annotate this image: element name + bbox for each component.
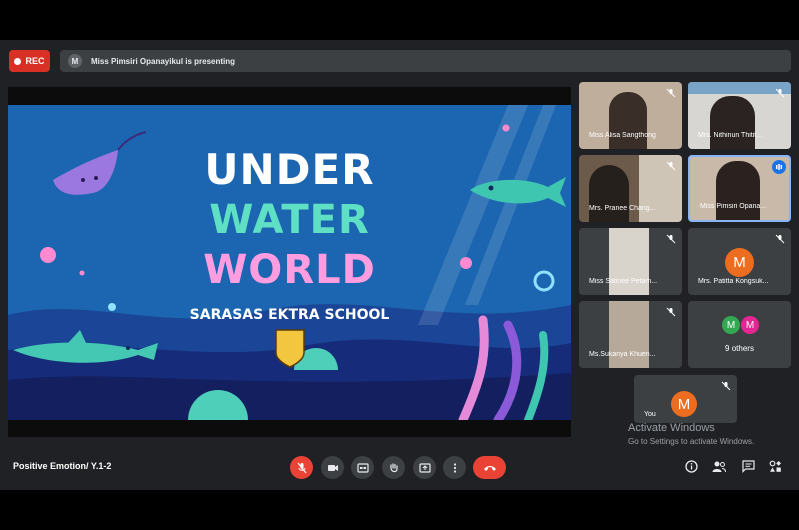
more-options-button[interactable]: [443, 456, 466, 479]
presenting-banner: M Miss Pimsiri Opanayikul is presenting: [60, 50, 791, 72]
speaking-indicator-icon: [772, 160, 786, 174]
slide-school-name: SARASAS EKTRA SCHOOL: [189, 307, 390, 323]
control-bar: Positive Emotion/ Y.1-2: [0, 452, 799, 490]
people-icon: [712, 461, 726, 472]
chat-button[interactable]: [740, 458, 756, 474]
participant-tile[interactable]: Miss Alisa Sangthong: [579, 82, 682, 149]
participant-photo: [589, 165, 629, 222]
participant-name: Ms.Sukanya Khuen...: [589, 351, 656, 358]
participant-name: Miss Alisa Sangthong: [589, 132, 656, 139]
info-icon: [684, 459, 698, 473]
microphone-button[interactable]: [290, 456, 313, 479]
others-avatar: M: [722, 316, 740, 334]
mic-off-icon: [775, 88, 785, 98]
more-vert-icon: [453, 462, 456, 473]
people-button[interactable]: [711, 458, 727, 474]
participant-name: Mrs. Nithinun Thitit...: [698, 132, 763, 139]
mic-off-icon: [775, 234, 785, 244]
others-tile[interactable]: M M 9 others: [688, 301, 791, 368]
self-tile[interactable]: M You: [634, 375, 737, 423]
record-dot-icon: [14, 57, 22, 65]
participant-tile[interactable]: M Mrs. Patitta Kongsuk...: [688, 228, 791, 295]
captions-button[interactable]: [351, 456, 374, 479]
top-bar: REC M Miss Pimsiri Opanayikul is present…: [0, 40, 799, 82]
participant-tile[interactable]: Mrs. Pranee Chang...: [579, 155, 682, 222]
captions-icon: [356, 462, 369, 473]
slide-title-water: WATER: [209, 197, 370, 243]
camera-button[interactable]: [321, 456, 344, 479]
activities-button[interactable]: [767, 458, 783, 474]
presenting-text: Miss Pimsiri Opanayikul is presenting: [91, 56, 236, 66]
participant-tile-active-speaker[interactable]: Miss Pimsiri Opana...: [688, 155, 791, 222]
meet-window: REC M Miss Pimsiri Opanayikul is present…: [0, 40, 799, 490]
participant-tile[interactable]: Ms.Sukanya Khuen...: [579, 301, 682, 368]
presenter-avatar: M: [68, 54, 82, 68]
self-avatar: M: [671, 391, 697, 417]
present-screen-button[interactable]: [413, 456, 436, 479]
slide: UNDER WATER WORLD SARASAS EKTRA SCHOOL: [8, 105, 571, 420]
participant-photo: [609, 92, 647, 149]
present-icon: [418, 462, 431, 473]
raise-hand-button[interactable]: [382, 456, 405, 479]
activate-windows-subtitle: Go to Settings to activate Windows.: [628, 437, 755, 446]
hand-icon: [389, 462, 398, 472]
participant-tile[interactable]: Mrs. Nithinun Thitit...: [688, 82, 791, 149]
mic-off-icon: [297, 462, 306, 473]
participant-name: Mrs. Pranee Chang...: [589, 205, 656, 212]
mic-off-icon: [666, 234, 676, 244]
meeting-details-button[interactable]: [683, 458, 699, 474]
others-count: 9 others: [725, 344, 754, 353]
participant-name: Miss Satinee Petam...: [589, 278, 658, 285]
mic-off-icon: [666, 88, 676, 98]
participant-avatar: M: [725, 248, 754, 277]
recording-label: REC: [25, 56, 45, 66]
slide-title-world: WORLD: [203, 247, 376, 293]
others-avatar: M: [741, 316, 759, 334]
activate-windows-title: Activate Windows: [628, 422, 715, 434]
slide-title-under: UNDER: [204, 145, 375, 194]
camera-icon: [327, 464, 338, 471]
mic-off-icon: [721, 381, 731, 391]
recording-badge: REC: [9, 50, 50, 72]
leave-call-button[interactable]: [473, 456, 506, 479]
mic-off-icon: [666, 161, 676, 171]
activities-icon: [769, 460, 781, 472]
participant-photo: [710, 96, 755, 149]
self-name: You: [644, 411, 656, 418]
meeting-name: Positive Emotion/ Y.1-2: [13, 461, 112, 471]
participant-tile[interactable]: Miss Satinee Petam...: [579, 228, 682, 295]
hang-up-icon: [483, 465, 496, 471]
chat-icon: [741, 459, 755, 473]
presentation-stage[interactable]: UNDER WATER WORLD SARASAS EKTRA SCHOOL: [8, 87, 571, 437]
participant-name: Miss Pimsiri Opana...: [700, 203, 767, 210]
participant-name: Mrs. Patitta Kongsuk...: [698, 278, 769, 285]
mic-off-icon: [666, 307, 676, 317]
participant-photo: [716, 161, 760, 220]
